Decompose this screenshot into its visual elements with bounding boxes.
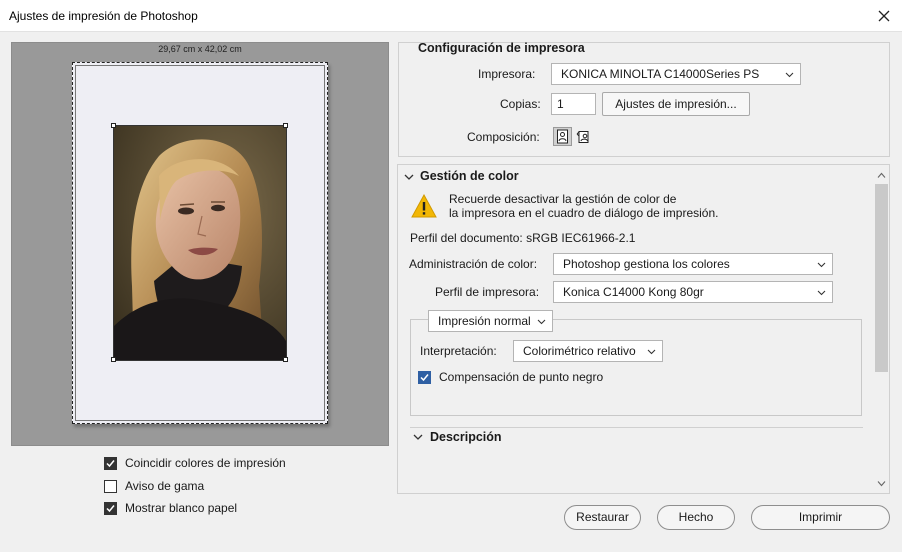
- close-button[interactable]: [866, 0, 902, 31]
- rendering-intent-label: Interpretación:: [420, 344, 497, 358]
- printer-label: Impresora:: [478, 67, 536, 81]
- panel-scrollbar[interactable]: [874, 168, 889, 492]
- printer-profile-label: Perfil de impresora:: [435, 285, 540, 299]
- checkmark-icon: [106, 504, 115, 512]
- portrait-layout-button[interactable]: [553, 127, 572, 146]
- scroll-up-icon[interactable]: [877, 172, 886, 179]
- description-divider: [410, 427, 863, 428]
- printer-profile-select[interactable]: Konica C14000 Kong 80gr: [553, 281, 833, 303]
- window-title: Ajustes de impresión de Photoshop: [9, 9, 198, 23]
- printer-select[interactable]: KONICA MINOLTA C14000Series PS: [551, 63, 801, 85]
- print-button[interactable]: Imprimir: [751, 505, 890, 530]
- chevron-down-icon: [785, 72, 794, 78]
- chevron-down-icon: [817, 290, 826, 296]
- print-preview: 29,67 cm x 42,02 cm: [11, 42, 389, 446]
- checkmark-icon: [420, 373, 429, 381]
- print-mode-group: [410, 319, 862, 416]
- title-bar: Ajustes de impresión de Photoshop: [0, 0, 902, 32]
- black-point-compensation-option[interactable]: Compensación de punto negro: [418, 370, 603, 384]
- rendering-intent-value: Colorimétrico relativo: [523, 344, 636, 358]
- resize-handle-top-left[interactable]: [111, 123, 116, 128]
- color-handling-select[interactable]: Photoshop gestiona los colores: [553, 253, 833, 275]
- portrait-orientation-icon: [557, 129, 568, 144]
- paper-size-label: 29,67 cm x 42,02 cm: [158, 44, 242, 54]
- portrait-photo: [114, 126, 286, 360]
- match-print-colors-checkbox[interactable]: [104, 456, 117, 470]
- print-settings-button[interactable]: Ajustes de impresión...: [602, 92, 750, 116]
- gamut-warning-option[interactable]: Aviso de gama: [104, 479, 204, 493]
- show-paper-white-option[interactable]: Mostrar blanco papel: [104, 501, 237, 515]
- scrollbar-thumb[interactable]: [875, 184, 888, 372]
- document-profile: Perfil del documento: sRGB IEC61966-2.1: [410, 231, 636, 245]
- done-button[interactable]: Hecho: [657, 505, 735, 530]
- warning-icon: [411, 194, 437, 218]
- checkmark-icon: [106, 459, 115, 467]
- chevron-down-icon: [647, 349, 656, 355]
- copies-input[interactable]: 1: [551, 93, 596, 115]
- printer-profile-value: Konica C14000 Kong 80gr: [563, 285, 704, 299]
- rendering-intent-select[interactable]: Colorimétrico relativo: [513, 340, 663, 362]
- match-print-colors-option[interactable]: Coincidir colores de impresión: [104, 456, 286, 470]
- scroll-down-icon[interactable]: [877, 480, 886, 487]
- chevron-down-icon: [537, 319, 546, 325]
- show-paper-white-checkbox[interactable]: [104, 501, 117, 515]
- match-print-colors-label: Coincidir colores de impresión: [125, 456, 286, 470]
- gamut-warning-checkbox[interactable]: [104, 479, 117, 493]
- resize-handle-bottom-right[interactable]: [283, 357, 288, 362]
- resize-handle-bottom-left[interactable]: [111, 357, 116, 362]
- chevron-down-icon[interactable]: [413, 432, 423, 442]
- paper-sheet: [72, 62, 328, 424]
- close-icon: [878, 10, 890, 21]
- description-title: Descripción: [430, 430, 502, 444]
- chevron-down-icon[interactable]: [404, 172, 414, 182]
- landscape-orientation-icon: [576, 130, 589, 143]
- color-handling-value: Photoshop gestiona los colores: [563, 257, 730, 271]
- gamut-warning-label: Aviso de gama: [125, 479, 205, 493]
- chevron-down-icon: [817, 262, 826, 268]
- print-mode-select[interactable]: Impresión normal: [428, 310, 553, 332]
- reset-button[interactable]: Restaurar: [564, 505, 641, 530]
- landscape-layout-button[interactable]: [574, 127, 593, 146]
- layout-label: Composición:: [467, 130, 540, 144]
- copies-value: 1: [557, 97, 564, 111]
- printer-select-value: KONICA MINOLTA C14000Series PS: [561, 67, 760, 81]
- color-handling-label: Administración de color:: [409, 257, 538, 271]
- photo-image[interactable]: [113, 125, 287, 361]
- printer-setup-title: Configuración de impresora: [418, 41, 585, 55]
- copies-label: Copias:: [500, 97, 541, 111]
- print-mode-value: Impresión normal: [438, 314, 531, 328]
- black-point-checkbox[interactable]: [418, 370, 431, 384]
- black-point-label: Compensación de punto negro: [439, 370, 604, 384]
- warning-line-1: Recuerde desactivar la gestión de color …: [449, 192, 677, 206]
- color-management-title: Gestión de color: [420, 169, 519, 183]
- warning-line-2: la impresora en el cuadro de diálogo de …: [449, 206, 719, 220]
- show-paper-white-label: Mostrar blanco papel: [125, 501, 238, 515]
- resize-handle-top-right[interactable]: [283, 123, 288, 128]
